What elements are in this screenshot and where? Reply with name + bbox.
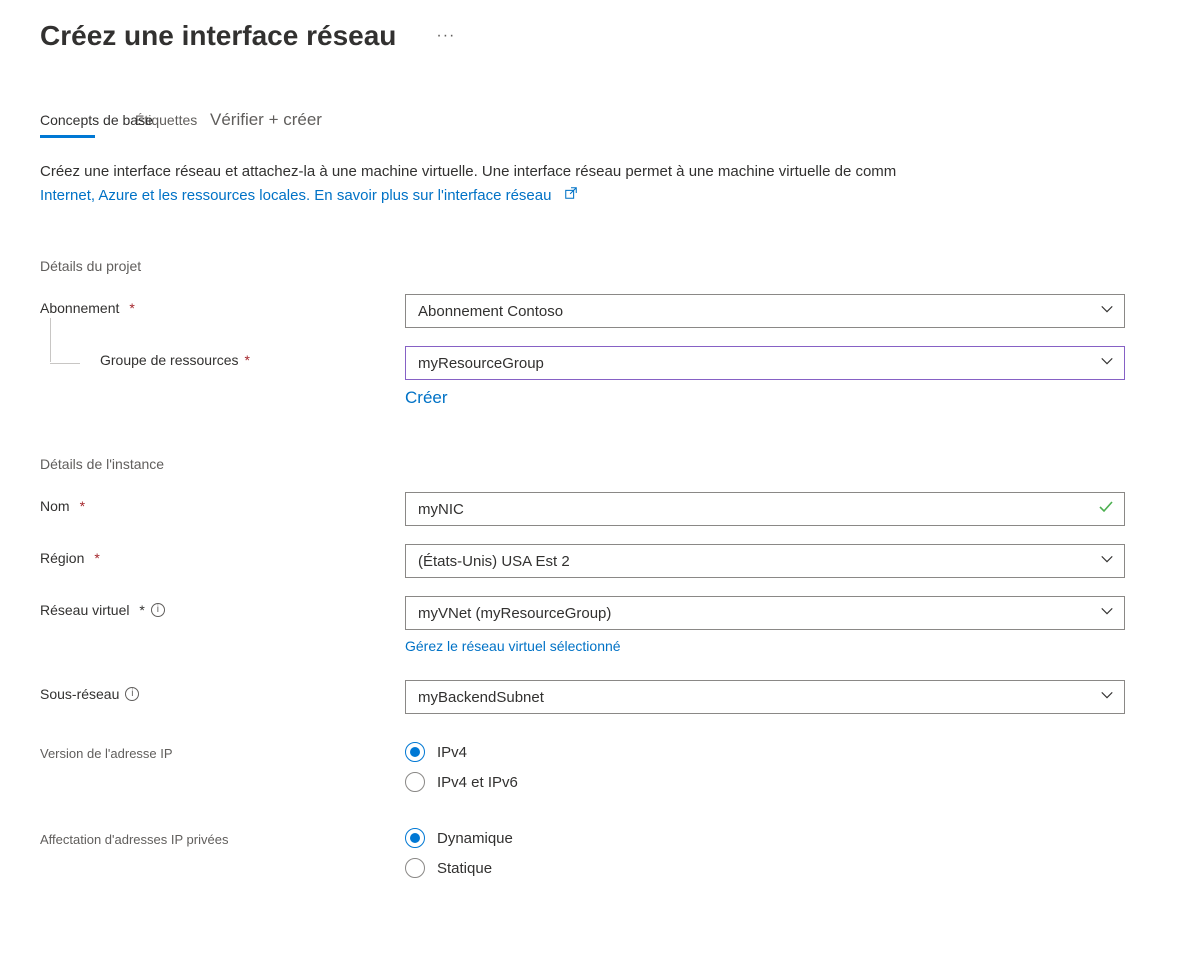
label-subnet: Sous-réseau i [40,680,405,702]
label-ip-version: Version de l'adresse IP [40,740,405,761]
intro-desc: Créez une interface réseau et attachez-l… [40,163,896,180]
select-virtual-network[interactable]: myVNet (myResourceGroup) [405,596,1125,630]
chevron-down-icon [1100,552,1114,570]
radio-group-ip-version: IPv4 IPv4 et IPv6 [405,740,1125,792]
more-menu-icon[interactable]: ··· [436,27,455,45]
select-subnet[interactable]: myBackendSubnet [405,680,1125,714]
link-manage-vnet[interactable]: Gérez le réseau virtuel sélectionné [405,638,621,654]
section-instance-details: Détails de l'instance [40,456,1160,472]
link-create-resource-group[interactable]: Créer [405,388,448,408]
tab-basics[interactable]: Concepts de base [40,112,153,136]
tab-review-create[interactable]: Vérifier + créer [210,110,322,138]
radio-ipv4-ipv6[interactable]: IPv4 et IPv6 [405,772,1125,792]
label-region: Région* [40,544,405,566]
label-resource-group: Groupe de ressources* [40,346,405,368]
radio-dynamic[interactable]: Dynamique [405,828,1125,848]
select-resource-group[interactable]: myResourceGroup [405,346,1125,380]
label-virtual-network: Réseau virtuel * i [40,596,405,618]
page-title: Créez une interface réseau [40,20,396,52]
label-ip-assignment: Affectation d'adresses IP privées [40,826,405,847]
label-name: Nom* [40,492,405,514]
info-icon[interactable]: i [125,687,139,701]
input-name[interactable]: myNIC [405,492,1125,526]
info-icon[interactable]: i [151,603,165,617]
radio-group-ip-assignment: Dynamique Statique [405,826,1125,878]
radio-ipv4[interactable]: IPv4 [405,742,1125,762]
chevron-down-icon [1100,688,1114,706]
radio-static[interactable]: Statique [405,858,1125,878]
select-region[interactable]: (États-Unis) USA Est 2 [405,544,1125,578]
select-subscription[interactable]: Abonnement Contoso [405,294,1125,328]
chevron-down-icon [1100,604,1114,622]
check-icon [1098,499,1114,519]
chevron-down-icon [1100,354,1114,372]
chevron-down-icon [1100,302,1114,320]
section-project-details: Détails du projet [40,258,1160,274]
intro-text: Créez une interface réseau et attachez-l… [40,160,1160,208]
intro-learn-more-link[interactable]: Internet, Azure et les ressources locale… [40,187,551,204]
label-subscription: Abonnement* [40,294,405,316]
external-link-icon [564,184,578,208]
